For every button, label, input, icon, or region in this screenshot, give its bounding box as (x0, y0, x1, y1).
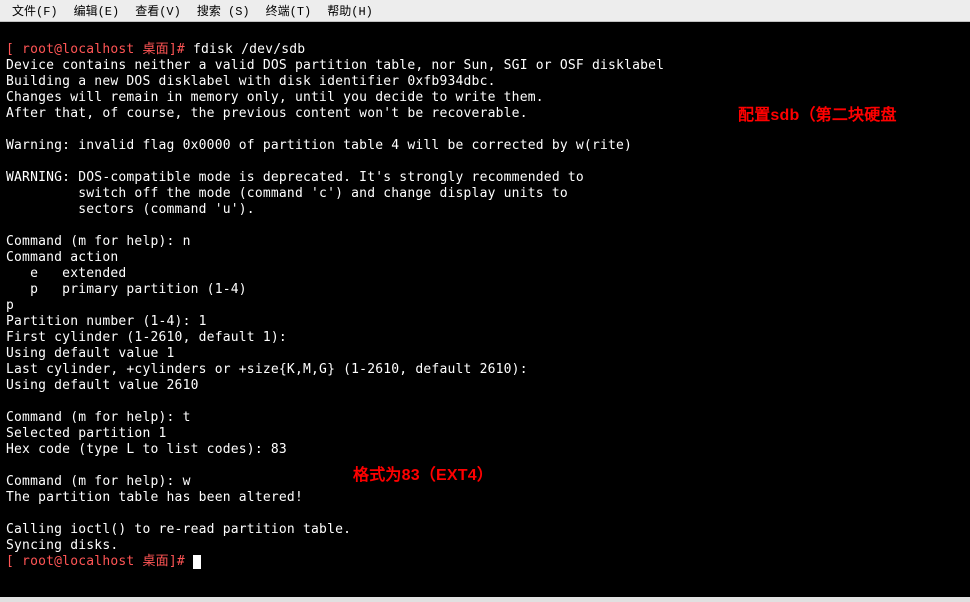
cmd-fdisk: fdisk /dev/sdb (193, 42, 305, 57)
output-line: Partition number (1-4): 1 (6, 314, 207, 329)
output-line: Hex code (type L to list codes): 83 (6, 442, 287, 457)
output-line: switch off the mode (command 'c') and ch… (6, 186, 568, 201)
terminal-area[interactable]: [ root@localhost 桌面]# fdisk /dev/sdb Dev… (0, 22, 970, 597)
output-line: Command (m for help): t (6, 410, 191, 425)
menu-file[interactable]: 文件(F) (4, 0, 66, 21)
output-line: Command (m for help): n (6, 234, 191, 249)
output-line: Command action (6, 250, 118, 265)
menu-edit[interactable]: 编辑(E) (66, 0, 128, 21)
output-line: After that, of course, the previous cont… (6, 106, 528, 121)
menu-search[interactable]: 搜索 (S) (189, 0, 258, 21)
output-line: Syncing disks. (6, 538, 118, 553)
output-line: Last cylinder, +cylinders or +size{K,M,G… (6, 362, 528, 377)
output-line: Device contains neither a valid DOS part… (6, 58, 664, 73)
prompt-userhost: [ root@localhost 桌面]# (6, 42, 193, 57)
output-line: WARNING: DOS-compatible mode is deprecat… (6, 170, 584, 185)
output-line: First cylinder (1-2610, default 1): (6, 330, 287, 345)
prompt-userhost: [ root@localhost 桌面]# (6, 554, 193, 569)
output-line: Using default value 2610 (6, 378, 199, 393)
cursor-icon (193, 555, 201, 569)
menubar: 文件(F) 编辑(E) 查看(V) 搜索 (S) 终端(T) 帮助(H) (0, 0, 970, 22)
menu-terminal[interactable]: 终端(T) (258, 0, 320, 21)
output-line: e extended (6, 266, 126, 281)
menu-view[interactable]: 查看(V) (127, 0, 189, 21)
output-line: sectors (command 'u'). (6, 202, 255, 217)
output-line: Calling ioctl() to re-read partition tab… (6, 522, 351, 537)
output-line: Using default value 1 (6, 346, 175, 361)
output-line: Selected partition 1 (6, 426, 167, 441)
output-line: The partition table has been altered! (6, 490, 303, 505)
output-line: Command (m for help): w (6, 474, 191, 489)
output-line: Warning: invalid flag 0x0000 of partitio… (6, 138, 632, 153)
output-line: Changes will remain in memory only, unti… (6, 90, 544, 105)
menu-help[interactable]: 帮助(H) (319, 0, 381, 21)
annotation-sdb: 配置sdb（第二块硬盘 (738, 108, 897, 124)
annotation-ext4: 格式为83（EXT4） (353, 468, 493, 484)
output-line: Building a new DOS disklabel with disk i… (6, 74, 496, 89)
output-line: p (6, 298, 14, 313)
output-line: p primary partition (1-4) (6, 282, 247, 297)
